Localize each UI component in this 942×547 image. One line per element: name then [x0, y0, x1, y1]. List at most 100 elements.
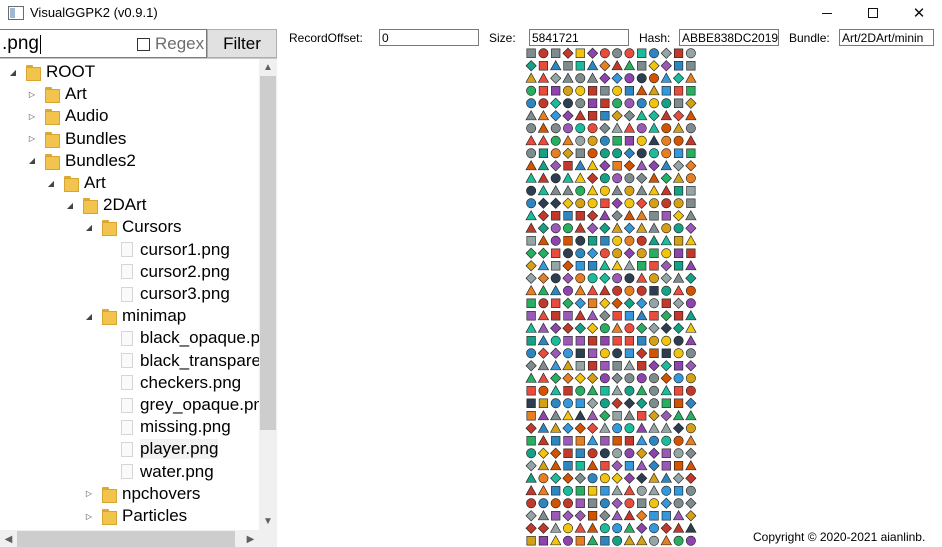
tree-folder-node[interactable]: ◢ Cursors: [84, 216, 182, 238]
tree-file-node[interactable]: grey_opaque.pn: [103, 394, 263, 416]
tree-folder-node[interactable]: ▷ Audio: [27, 105, 108, 127]
sprite-icon: [575, 185, 586, 196]
sprite-icon: [562, 372, 574, 384]
sprite-icon: [685, 222, 697, 234]
search-box: Regex: [0, 29, 207, 58]
sprite-icon: [611, 384, 623, 396]
sprite-icon: [550, 59, 562, 71]
sprite-icon: [574, 372, 586, 384]
tree-folder-node[interactable]: ▷ Bundles: [27, 128, 126, 150]
sprite-icon: [636, 297, 648, 309]
sprite-icon: [624, 348, 635, 358]
maximize-button[interactable]: [850, 0, 896, 26]
expanded-arrow-icon[interactable]: ◢: [84, 222, 94, 232]
sprite-icon: [586, 534, 599, 546]
sprite-icon: [624, 48, 635, 59]
expanded-arrow-icon[interactable]: ◢: [27, 156, 37, 166]
sprite-icon: [550, 72, 562, 84]
sprite-icon: [611, 297, 623, 309]
collapsed-arrow-icon[interactable]: ▷: [27, 111, 37, 121]
sprite-icon: [685, 459, 697, 471]
sprite-icon: [599, 209, 611, 221]
sprite-icon: [673, 86, 684, 96]
filter-button[interactable]: Filter: [207, 29, 277, 58]
tree-node-label: Art: [84, 173, 106, 192]
sprite-icon: [685, 522, 697, 533]
tree-file-node[interactable]: cursor1.png: [103, 239, 230, 261]
collapsed-arrow-icon[interactable]: ▷: [27, 89, 37, 99]
sprite-icon: [575, 361, 585, 371]
sprite-icon: [624, 323, 635, 334]
sprite-icon: [648, 184, 660, 196]
close-button[interactable]: ✕: [896, 0, 942, 26]
tree-file-node[interactable]: player.png: [103, 438, 219, 460]
tree-file-node[interactable]: cursor3.png: [103, 283, 230, 305]
sprite-icon: [563, 311, 573, 321]
expanded-arrow-icon[interactable]: ◢: [46, 178, 56, 188]
tree-file-node[interactable]: black_transparer: [103, 350, 267, 372]
sprite-icon: [550, 284, 562, 296]
size-field[interactable]: 5841721: [529, 29, 629, 46]
sprite-icon: [611, 197, 623, 209]
tree-folder-node[interactable]: ◢ minimap: [84, 305, 186, 327]
sprite-icon: [562, 297, 574, 309]
sprite-icon: [685, 123, 696, 134]
window-title: VisualGGPK2 (v0.9.1): [30, 5, 158, 20]
sprite-icon: [599, 310, 611, 322]
tree-folder-node[interactable]: ▷ Art: [27, 83, 87, 105]
sprite-icon: [587, 123, 598, 134]
sprite-icon: [637, 48, 647, 58]
sprite-icon: [586, 372, 599, 384]
scroll-right-icon[interactable]: ▶: [242, 530, 259, 547]
sprite-icon: [611, 322, 623, 333]
bundle-field[interactable]: Art/2DArt/minin: [839, 29, 934, 46]
sprite-icon: [586, 422, 599, 434]
sprite-icon: [537, 122, 550, 133]
sprite-icon: [599, 135, 610, 146]
tree-file-node[interactable]: water.png: [103, 461, 214, 483]
tree-folder-node[interactable]: ◢ ROOT: [8, 61, 95, 83]
tree-horizontal-scrollbar[interactable]: ◀ ▶: [0, 530, 277, 547]
tree-file-node[interactable]: cursor2.png: [103, 261, 230, 283]
tree-vertical-scrollbar[interactable]: ▲ ▼: [259, 59, 277, 530]
scrollbar-thumb[interactable]: [17, 531, 235, 547]
expanded-arrow-icon[interactable]: ◢: [84, 311, 94, 321]
tree-folder-node[interactable]: ▷ Particles: [84, 505, 187, 527]
expanded-arrow-icon[interactable]: ◢: [65, 200, 75, 210]
sprite-icon: [599, 410, 611, 422]
expanded-arrow-icon[interactable]: ◢: [8, 67, 18, 77]
sprite-icon: [575, 448, 585, 458]
scroll-left-icon[interactable]: ◀: [0, 530, 17, 547]
tree-file-node[interactable]: missing.png: [103, 416, 231, 438]
sprite-icon: [599, 248, 610, 259]
minimize-button[interactable]: [804, 0, 850, 26]
sprite-icon: [636, 209, 648, 221]
sprite-icon: [649, 511, 659, 521]
collapsed-arrow-icon[interactable]: ▷: [84, 511, 94, 521]
sprite-icon: [525, 484, 537, 496]
sprite-icon: [599, 148, 610, 159]
tree-file-node[interactable]: checkers.png: [103, 372, 241, 394]
collapsed-arrow-icon[interactable]: ▷: [27, 134, 37, 144]
search-input[interactable]: [2, 32, 132, 55]
tree-folder-node[interactable]: ◢ Art: [46, 172, 106, 194]
sprite-icon: [575, 148, 585, 158]
tree-folder-node[interactable]: ◢ Bundles2: [27, 150, 136, 172]
record-offset-field[interactable]: 0: [379, 29, 479, 46]
sprite-icon: [550, 223, 561, 234]
sprite-icon: [660, 310, 672, 322]
sprite-icon: [526, 436, 536, 446]
tree-folder-node[interactable]: ▷ npchovers: [84, 483, 200, 505]
collapsed-arrow-icon[interactable]: ▷: [84, 489, 94, 499]
sprite-icon: [599, 72, 611, 84]
tree-folder-node[interactable]: ◢ 2DArt: [65, 194, 146, 216]
scrollbar-thumb[interactable]: [260, 76, 276, 430]
scroll-down-icon[interactable]: ▼: [259, 513, 277, 530]
hash-field[interactable]: ABBE838DC2019: [679, 29, 779, 46]
sprite-icon: [599, 185, 610, 196]
scroll-up-icon[interactable]: ▲: [259, 59, 277, 76]
sprite-icon: [586, 210, 599, 222]
tree-file-node[interactable]: black_opaque.pr: [103, 327, 266, 349]
regex-checkbox[interactable]: [137, 38, 150, 51]
sprite-icon: [623, 522, 636, 533]
